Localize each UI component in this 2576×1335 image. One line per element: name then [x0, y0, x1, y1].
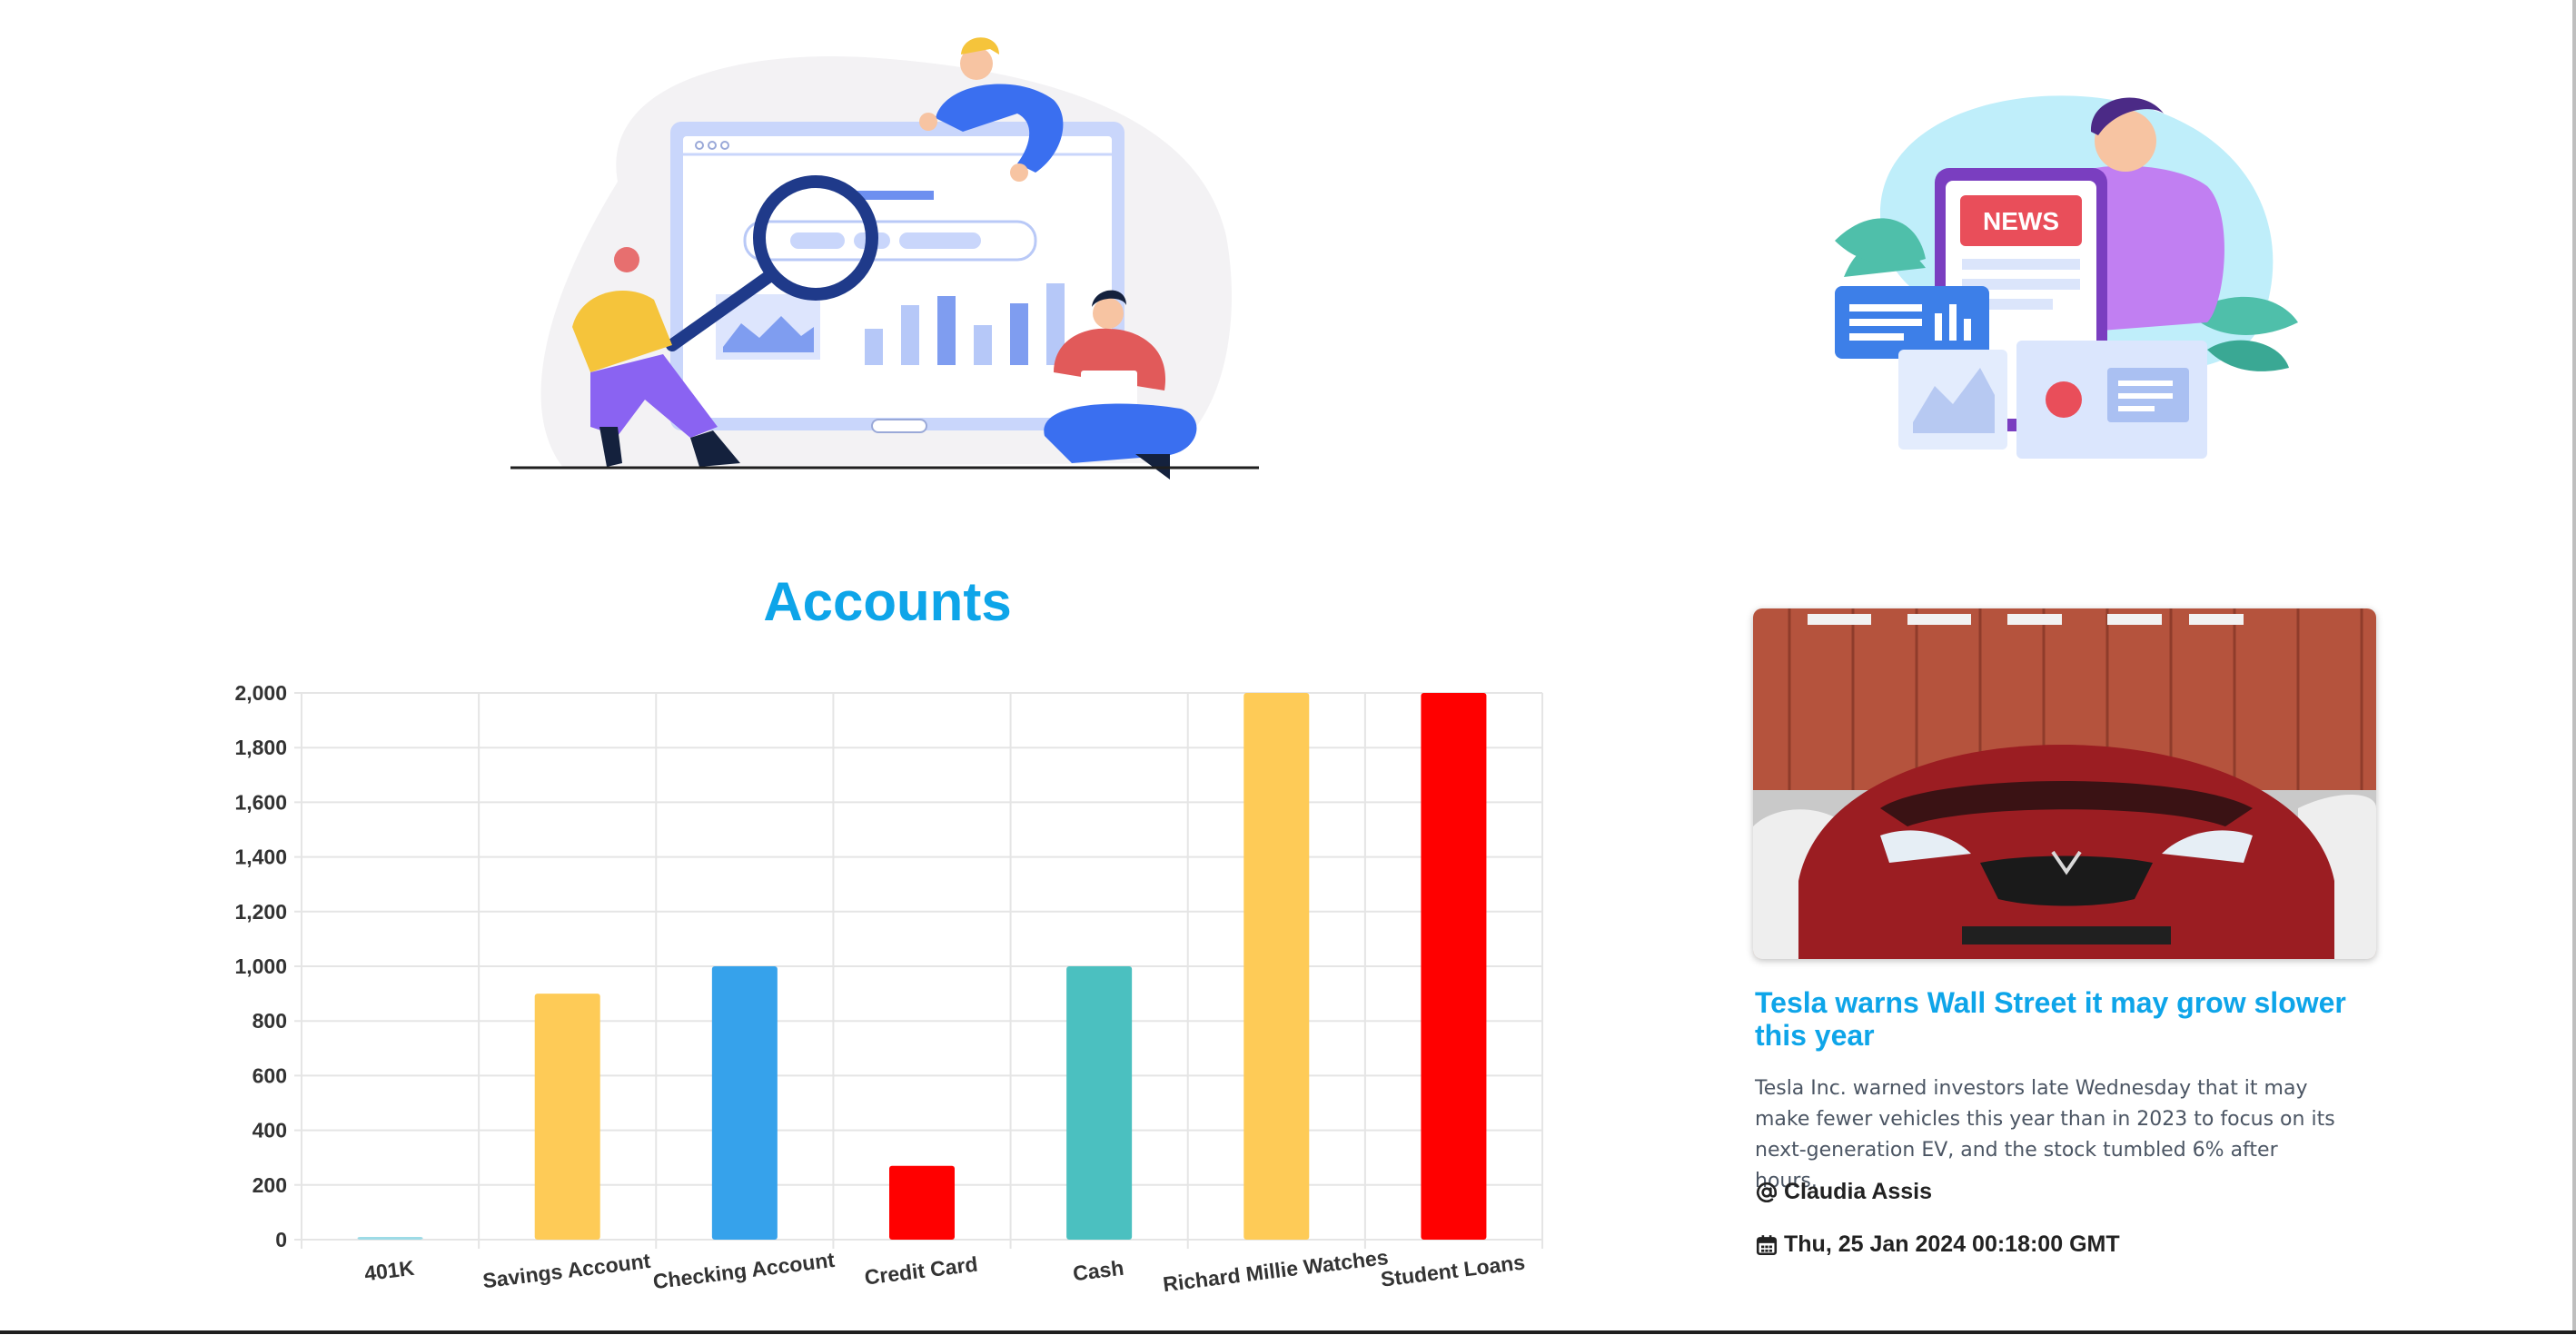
bar-richard-millie-watches	[1243, 693, 1310, 1240]
y-tick-label: 1,400	[234, 846, 287, 869]
bar-401k	[357, 1236, 423, 1240]
x-tick-label: Credit Card	[863, 1252, 978, 1290]
bar-student-loans	[1421, 693, 1487, 1240]
y-tick-label: 1,200	[234, 900, 287, 924]
news-date-row: Thu, 25 Jan 2024 00:18:00 GMT	[1755, 1231, 2120, 1258]
x-tick-label: Richard Millie Watches	[1162, 1245, 1390, 1296]
y-tick-label: 600	[253, 1063, 287, 1087]
x-tick-label: Checking Account	[652, 1248, 837, 1293]
y-tick-label: 1,000	[234, 954, 287, 978]
x-tick-label: Student Loans	[1380, 1250, 1527, 1290]
y-tick-label: 1,600	[234, 790, 287, 814]
news-author-row: Claudia Assis	[1755, 1179, 1932, 1205]
news-title[interactable]: Tesla warns Wall Street it may grow slow…	[1755, 986, 2373, 1052]
svg-text:NEWS: NEWS	[1983, 207, 2059, 235]
x-tick-label: Cash	[1072, 1256, 1125, 1286]
y-tick-label: 400	[253, 1119, 287, 1142]
accounts-bar-chart: 0 200 400 600 800 1,000 1,200 1,400 1,600 1,800 2,…	[234, 681, 1543, 1296]
bar-cash	[1066, 966, 1133, 1240]
bar-credit-card	[889, 1165, 955, 1240]
news-illustration: NEWS	[1835, 95, 2298, 459]
x-tick-label: Savings Account	[481, 1249, 652, 1292]
x-tick-label: 401K	[363, 1256, 416, 1286]
y-tick-label: 0	[275, 1228, 287, 1251]
y-tick-label: 1,800	[234, 736, 287, 759]
bar-savings-account	[534, 994, 600, 1240]
calendar-icon	[1756, 1234, 1778, 1255]
news-date: Thu, 25 Jan 2024 00:18:00 GMT	[1784, 1231, 2120, 1257]
news-author: Claudia Assis	[1784, 1179, 1933, 1204]
y-tick-label: 800	[253, 1009, 287, 1033]
analytics-illustration	[510, 37, 1259, 480]
bottom-border	[0, 1330, 2576, 1334]
news-card[interactable]: Tesla warns Wall Street it may grow slow…	[1753, 608, 2376, 1257]
news-photo[interactable]	[1753, 608, 2376, 959]
scrollbar-edge	[2572, 0, 2576, 1334]
accounts-title: Accounts	[763, 571, 1012, 632]
y-tick-label: 2,000	[234, 681, 287, 705]
y-tick-label: 200	[253, 1173, 287, 1197]
bar-checking-account	[711, 966, 778, 1240]
at-sign-icon	[1756, 1182, 1778, 1202]
